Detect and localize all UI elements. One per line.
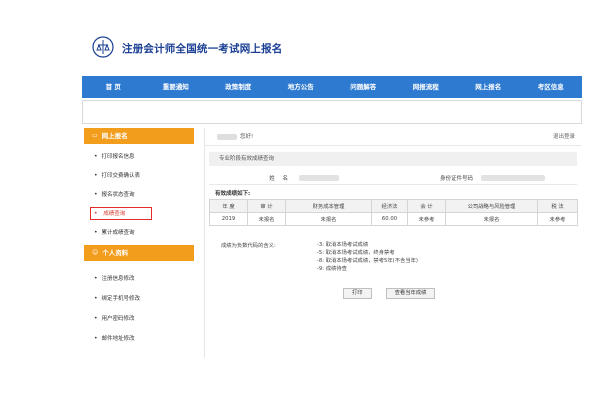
column-header: 财务成本管理 [285,199,372,213]
sidebar-item-edit-registration[interactable]: 注册信息修改 [84,269,194,289]
note-item: -9: 成绩待查 [317,266,347,272]
note-item: -8: 取消本场考试成绩，禁考5年(不含当年) [317,258,419,264]
nav-item-local-announcements[interactable]: 地方公告 [270,76,333,98]
notes-list: -3: 取消本场考试成绩 -5: 取消本场考试成绩，终身禁考 -8: 取消本场考… [317,241,517,273]
sidebar-item-cumulative-score[interactable]: 累计成绩查询 [84,223,194,242]
monitor-icon: ▭ [92,132,98,139]
table-cell: 未报名 [247,212,286,226]
name-label: 姓 名 [269,176,291,182]
column-header: 年 度 [209,199,248,213]
column-header: 经济法 [371,199,408,213]
redacted-name [299,175,339,181]
note-item: -5: 取消本场考试成绩，终身禁考 [317,250,395,256]
column-header: 审 计 [247,199,286,213]
sidebar-section-title: 个人资料 [102,249,129,257]
query-title: 专业阶段有效成绩查询 [209,152,577,166]
greeting: 您好! [240,134,254,140]
print-button[interactable]: 打印 [343,288,372,299]
redacted-username [217,133,237,140]
column-header: 税 法 [537,199,578,213]
site-logo-icon [92,36,114,58]
nav-item-process[interactable]: 网报流程 [395,76,458,98]
sidebar-item-print-registration[interactable]: 打印报名信息 [84,147,194,166]
id-label: 身份证件号码 [439,176,473,182]
table-cell: 未报名 [445,212,538,226]
nav-item-home[interactable]: 首 页 [82,76,145,98]
sidebar-item-edit-phone[interactable]: 绑定手机号修改 [84,289,194,309]
sidebar-item-edit-email[interactable]: 邮件地址修改 [84,329,194,349]
candidate-info-row: 姓 名 身份证件号码 [209,172,577,185]
redacted-id-number [481,175,545,181]
sidebar-section-title: 网上报名 [101,132,128,140]
sidebar-item-status-query[interactable]: 报名状态查询 [84,185,194,204]
sidebar-item-print-payment[interactable]: 打印交费确认表 [84,166,194,185]
banner-area [82,100,582,124]
note-item: -3: 取消本场考试成绩 [317,242,369,248]
nav-item-policy[interactable]: 政策制度 [207,76,270,98]
notes-title: 成绩为负数代码的含义: [221,243,276,249]
user-row: 您好! 退出登录 [205,128,581,146]
table-cell: 2019 [209,212,248,226]
scores-table: 年 度 审 计 财务成本管理 经济法 会 计 公司战略与风险管理 税 法 201… [209,199,578,226]
table-cell: 60.00 [371,212,408,226]
main-panel: 您好! 退出登录 专业阶段有效成绩查询 姓 名 身份证件号码 有效成绩如下: 年… [204,128,581,358]
sidebar: ▭ 网上报名 打印报名信息 打印交费确认表 报名状态查询 成绩查询 累计成绩查询… [84,128,194,358]
column-header: 会 计 [407,199,446,213]
table-row: 2019 未报名 未报名 60.00 未参考 未报名 未参考 [209,212,578,226]
nav-item-faq[interactable]: 问题解答 [332,76,395,98]
table-cell: 未参考 [407,212,446,226]
sidebar-section-profile: ☺ 个人资料 [84,245,194,261]
valid-scores-label: 有效成绩如下: [215,191,251,197]
logout-link[interactable]: 退出登录 [553,128,575,146]
nav-item-exam-area-info[interactable]: 考区信息 [520,76,583,98]
table-header-row: 年 度 审 计 财务成本管理 经济法 会 计 公司战略与风险管理 税 法 [209,199,578,213]
nav-item-notices[interactable]: 重要通知 [145,76,208,98]
main-nav: 首 页 重要通知 政策制度 地方公告 问题解答 网报流程 网上报名 考区信息 [82,76,582,98]
site-title: 注册会计师全国统一考试网上报名 [122,43,283,55]
nav-item-online-registration[interactable]: 网上报名 [457,76,520,98]
sidebar-item-score-query[interactable]: 成绩查询 [84,204,194,223]
highlight-box [90,207,152,220]
user-icon: ☺ [92,249,99,256]
sidebar-section-registration: ▭ 网上报名 [84,128,194,144]
view-current-scores-button[interactable]: 查看当年成绩 [385,288,436,299]
action-buttons: 打印 查看当年成绩 [343,288,436,299]
table-cell: 未参考 [537,212,578,226]
table-cell: 未报名 [285,212,372,226]
column-header: 公司战略与风险管理 [445,199,538,213]
sidebar-item-edit-password[interactable]: 用户密码修改 [84,309,194,329]
